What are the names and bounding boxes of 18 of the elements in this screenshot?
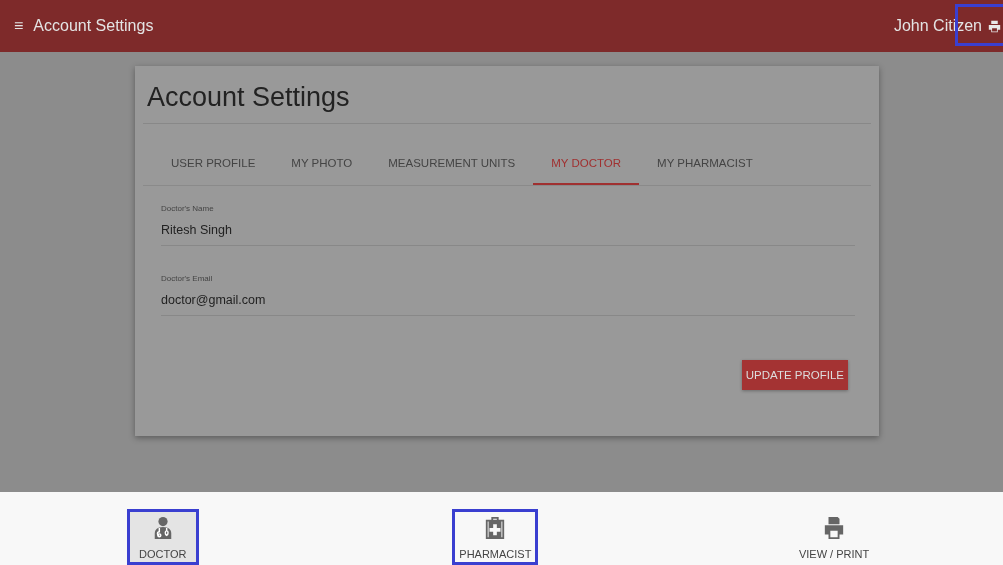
input-field[interactable]: Ritesh Singh <box>161 219 855 246</box>
tab[interactable]: MY PHOTO <box>273 148 371 185</box>
update-profile-button[interactable]: UPDATE PROFILE <box>741 360 848 390</box>
tab[interactable]: USER PROFILE <box>153 148 274 185</box>
nav-item[interactable]: PHARMACIST <box>455 512 536 562</box>
card-title: Account Settings <box>147 82 351 113</box>
tab[interactable]: MEASUREMENT UNITS <box>370 148 534 185</box>
field-label: Doctor's Name <box>161 204 215 213</box>
field-label: Doctor's Email <box>161 274 214 283</box>
nav-item[interactable]: DOCTOR <box>129 512 196 562</box>
printer-icon[interactable] <box>988 19 1001 33</box>
printer-icon <box>823 516 846 540</box>
tab[interactable]: MY PHARMACIST <box>639 148 771 185</box>
app-title: Account Settings <box>33 17 154 35</box>
nav-item[interactable]: VIEW / PRINT <box>794 512 874 562</box>
input-field[interactable]: doctor@gmail.com <box>161 289 855 316</box>
medical-kit-icon <box>484 516 507 540</box>
menu-icon[interactable]: ≡ <box>14 17 24 35</box>
